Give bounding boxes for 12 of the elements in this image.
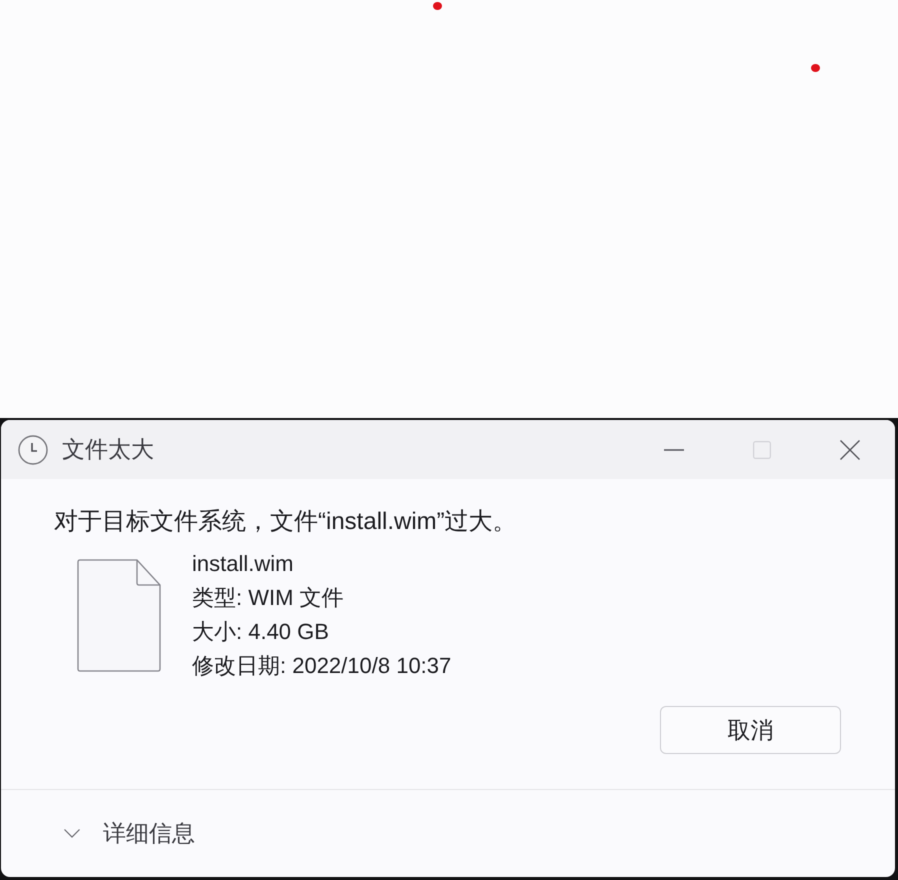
marker-dot-icon bbox=[433, 2, 442, 10]
error-message: 对于目标文件系统，文件“install.wim”过大。 bbox=[54, 507, 517, 537]
details-toggle[interactable]: 详细信息 bbox=[64, 818, 195, 849]
clock-icon bbox=[18, 434, 48, 464]
document-icon bbox=[77, 559, 161, 672]
marker-dot-icon bbox=[811, 64, 820, 72]
file-name: install.wim bbox=[192, 550, 294, 578]
file-detail: 大小: 4.40 GB bbox=[192, 618, 329, 646]
window-title: 文件太大 bbox=[62, 435, 154, 464]
file-detail: 类型: WIM 文件 bbox=[192, 584, 344, 612]
file-detail: 修改日期: 2022/10/8 10:37 bbox=[192, 652, 452, 680]
cancel-button[interactable]: 取消 bbox=[660, 706, 841, 754]
